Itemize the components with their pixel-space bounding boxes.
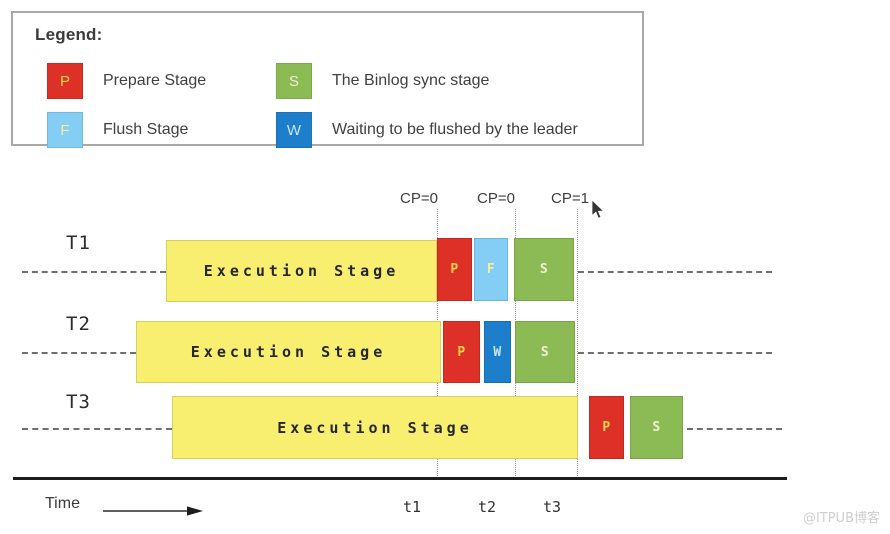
timeline-diagram: CP=0 CP=0 CP=1 T1 Execution Stage P F S … [0, 0, 890, 534]
mouse-cursor-icon [592, 200, 605, 219]
time-tick-t1: t1 [403, 498, 421, 516]
thread-baseline-right-t3 [687, 428, 782, 430]
time-tick-t3: t3 [543, 498, 561, 516]
time-axis-line [13, 477, 787, 480]
sync-stage-block-t3: S [630, 396, 683, 459]
checkpoint-label-2: CP=0 [477, 190, 515, 207]
prepare-stage-block-t3: P [589, 396, 624, 459]
time-axis-label: Time [45, 495, 80, 513]
waiting-block-t2: W [484, 321, 511, 383]
watermark: @ITPUB博客 [803, 507, 880, 526]
execution-stage-block-t3: Execution Stage [172, 396, 578, 459]
prepare-stage-block-t1: P [437, 238, 472, 301]
execution-stage-block-t2: Execution Stage [136, 321, 441, 383]
sync-stage-block-t2: S [515, 321, 575, 383]
thread-label-t2: T2 [66, 313, 91, 335]
flush-stage-block-t1: F [474, 238, 508, 301]
thread-baseline-right-t2 [578, 352, 772, 354]
execution-stage-block-t1: Execution Stage [166, 240, 437, 302]
thread-baseline-left-t3 [22, 428, 172, 430]
checkpoint-label-3: CP=1 [551, 190, 589, 207]
thread-label-t1: T1 [66, 232, 91, 254]
sync-stage-block-t1: S [514, 238, 574, 301]
thread-label-t3: T3 [66, 391, 91, 413]
checkpoint-label-1: CP=0 [400, 190, 438, 207]
thread-baseline-left-t1 [22, 271, 166, 273]
thread-baseline-left-t2 [22, 352, 136, 354]
thread-baseline-right-t1 [578, 271, 772, 273]
prepare-stage-block-t2: P [443, 321, 480, 383]
time-arrow-icon [103, 506, 203, 516]
time-tick-t2: t2 [478, 498, 496, 516]
